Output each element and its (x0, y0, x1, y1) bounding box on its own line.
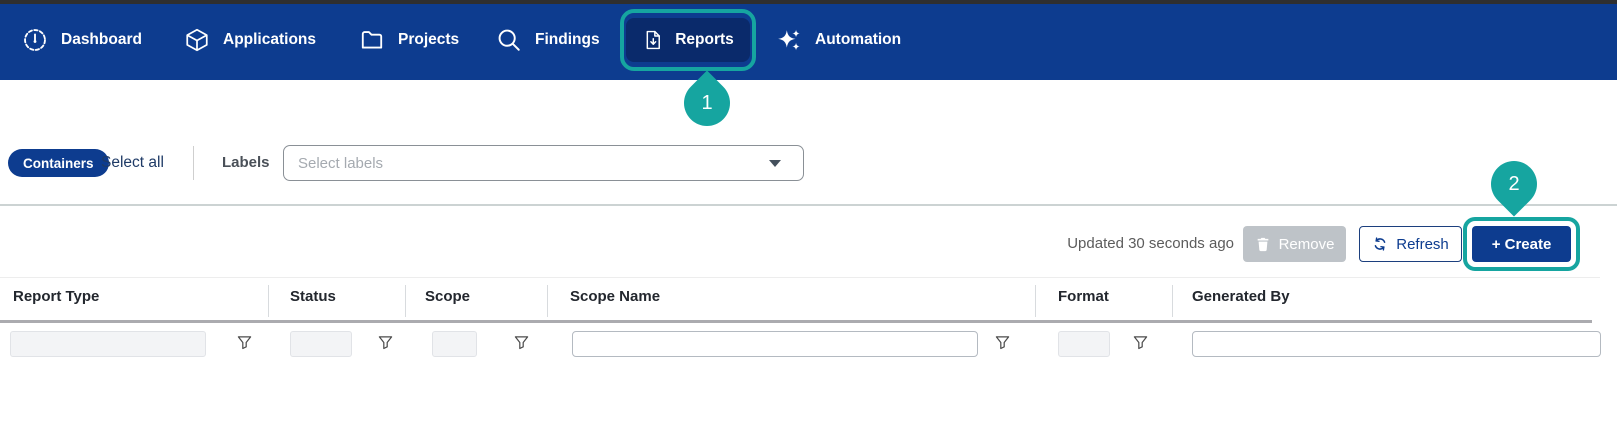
nav-label: Applications (223, 31, 316, 49)
nav-label: Reports (675, 31, 734, 49)
cube-icon (184, 27, 210, 53)
gauge-icon (22, 27, 48, 53)
callout-pin-2: 2 (1481, 151, 1546, 216)
updated-timestamp: Updated 30 seconds ago (1067, 235, 1234, 252)
trash-icon (1255, 236, 1271, 252)
chevron-down-icon[interactable] (769, 160, 781, 167)
callout-ring-create: + Create (1463, 217, 1580, 271)
filter-input-format[interactable] (1058, 331, 1110, 357)
filter-funnel-icon-status[interactable] (378, 334, 393, 351)
column-header-format[interactable]: Format (1058, 288, 1109, 305)
filter-input-scope-name[interactable] (572, 331, 978, 357)
table-header-top-border (0, 277, 1600, 278)
folder-icon (359, 27, 385, 53)
labels-select[interactable] (283, 145, 804, 181)
filter-funnel-icon-report-type[interactable] (237, 334, 252, 351)
filter-funnel-icon-scope[interactable] (514, 334, 529, 351)
create-button-label: + Create (1492, 236, 1552, 253)
nav-item-applications[interactable]: Applications (184, 0, 316, 80)
refresh-button[interactable]: Refresh (1359, 226, 1462, 262)
select-all-link[interactable]: Select all (101, 154, 164, 172)
nav-item-findings[interactable]: Findings (496, 0, 600, 80)
nav-item-reports[interactable]: Reports (626, 18, 750, 62)
refresh-button-label: Refresh (1396, 236, 1449, 253)
filter-input-generated-by[interactable] (1192, 331, 1601, 357)
nav-item-projects[interactable]: Projects (359, 0, 459, 80)
top-border-strip (0, 0, 1617, 4)
filter-bar-divider (193, 146, 194, 180)
nav-label: Automation (815, 31, 901, 49)
column-header-scope-name[interactable]: Scope Name (570, 288, 660, 305)
sparkles-icon (776, 27, 802, 53)
column-divider (547, 285, 548, 317)
labels-select-input[interactable] (284, 146, 769, 180)
nav-label: Projects (398, 31, 459, 49)
column-header-report-type[interactable]: Report Type (13, 288, 99, 305)
column-divider (405, 285, 406, 317)
filter-funnel-icon-scope-name[interactable] (995, 334, 1010, 351)
remove-button-label: Remove (1279, 236, 1335, 253)
callout-step-number: 1 (684, 80, 730, 126)
column-divider (1172, 285, 1173, 317)
labels-label: Labels (222, 154, 270, 171)
filter-input-status[interactable] (290, 331, 352, 357)
refresh-icon (1372, 236, 1388, 252)
callout-step-number: 2 (1491, 161, 1537, 207)
nav-item-automation[interactable]: Automation (776, 0, 901, 80)
column-divider (268, 285, 269, 317)
filter-funnel-icon-format[interactable] (1133, 334, 1148, 351)
filter-input-report-type[interactable] (10, 331, 206, 357)
column-header-scope[interactable]: Scope (425, 288, 470, 305)
create-button[interactable]: + Create (1472, 226, 1571, 262)
search-icon (496, 27, 522, 53)
section-divider (0, 204, 1617, 206)
callout-ring-reports: Reports (620, 9, 756, 71)
column-header-status[interactable]: Status (290, 288, 336, 305)
remove-button[interactable]: Remove (1243, 226, 1346, 262)
main-navbar: Dashboard Applications Projects Findings (0, 0, 1617, 80)
column-header-generated-by[interactable]: Generated By (1192, 288, 1290, 305)
filter-input-scope[interactable] (432, 331, 477, 357)
scope-pill-containers[interactable]: Containers (8, 149, 109, 177)
report-download-icon (642, 29, 664, 51)
nav-label: Dashboard (61, 31, 142, 49)
table-header-bottom-border (0, 320, 1592, 323)
callout-pin-1: 1 (674, 70, 739, 135)
column-divider (1035, 285, 1036, 317)
nav-label: Findings (535, 31, 600, 49)
nav-item-dashboard[interactable]: Dashboard (22, 0, 142, 80)
